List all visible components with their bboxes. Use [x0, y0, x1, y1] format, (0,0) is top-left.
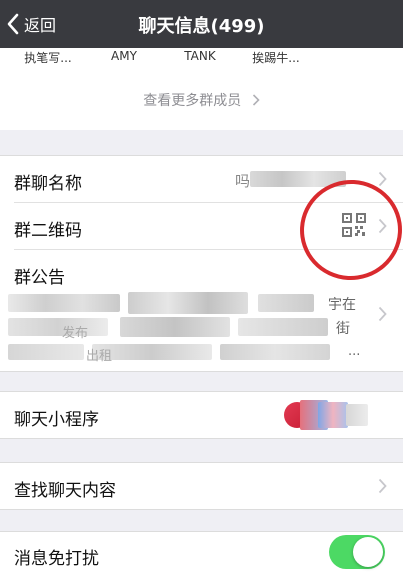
member-names-row: 执笔写... AMY TANK 挨踢牛...: [0, 48, 403, 66]
chevron-right-icon: [378, 306, 387, 322]
notice-fragment: ...: [348, 344, 361, 359]
chevron-right-icon: [378, 478, 387, 494]
blurred-notice-line: [8, 344, 84, 360]
blurred-notice-line: [258, 294, 314, 312]
mini-program-thumbnails: [318, 402, 348, 428]
notice-fragment: 发布: [62, 326, 89, 341]
mute-toggle[interactable]: [329, 535, 385, 569]
blurred-notice-line: [120, 317, 230, 337]
search-chat-row[interactable]: 查找聊天内容: [0, 463, 403, 509]
member-name[interactable]: TANK: [160, 49, 240, 63]
notice-fragment: 宇在: [328, 297, 356, 313]
group-name-label: 群聊名称: [14, 174, 82, 194]
member-name[interactable]: 挨踢牛...: [236, 49, 316, 66]
notice-fragment: 出租: [86, 349, 113, 364]
see-more-label: 查看更多群成员: [143, 93, 242, 109]
blurred-notice-line: [238, 318, 328, 336]
group-qrcode-label: 群二维码: [14, 221, 82, 241]
blurred-notice-line: [8, 318, 108, 336]
search-chat-label: 查找聊天内容: [14, 481, 116, 501]
members-section: 执笔写... AMY TANK 挨踢牛... 查看更多群成员: [0, 48, 403, 130]
search-chat-section: 查找聊天内容: [0, 462, 403, 510]
mute-label: 消息免打扰: [14, 549, 99, 569]
mini-program-section: 聊天小程序: [0, 391, 403, 439]
toggle-knob: [353, 537, 383, 567]
page-title: 聊天信息(499): [138, 16, 265, 37]
chevron-right-icon: [252, 94, 260, 106]
chevron-right-icon: [378, 171, 387, 187]
member-name[interactable]: 执笔写...: [8, 49, 88, 66]
notice-fragment: 街: [336, 321, 350, 337]
blurred-notice-line: [128, 292, 248, 314]
blurred-notice-line: [8, 294, 120, 312]
member-name[interactable]: AMY: [84, 49, 164, 63]
mini-program-row[interactable]: 聊天小程序: [0, 392, 403, 438]
see-more-members-link[interactable]: 查看更多群成员: [0, 90, 403, 110]
group-name-value: 吗: [235, 172, 251, 190]
nav-bar: 返回 聊天信息(499): [0, 0, 403, 48]
mini-program-label: 聊天小程序: [14, 410, 99, 430]
group-notice-label: 群公告: [14, 268, 65, 288]
mini-program-thumbnails: [346, 404, 368, 426]
blurred-notice-line: [220, 344, 330, 360]
